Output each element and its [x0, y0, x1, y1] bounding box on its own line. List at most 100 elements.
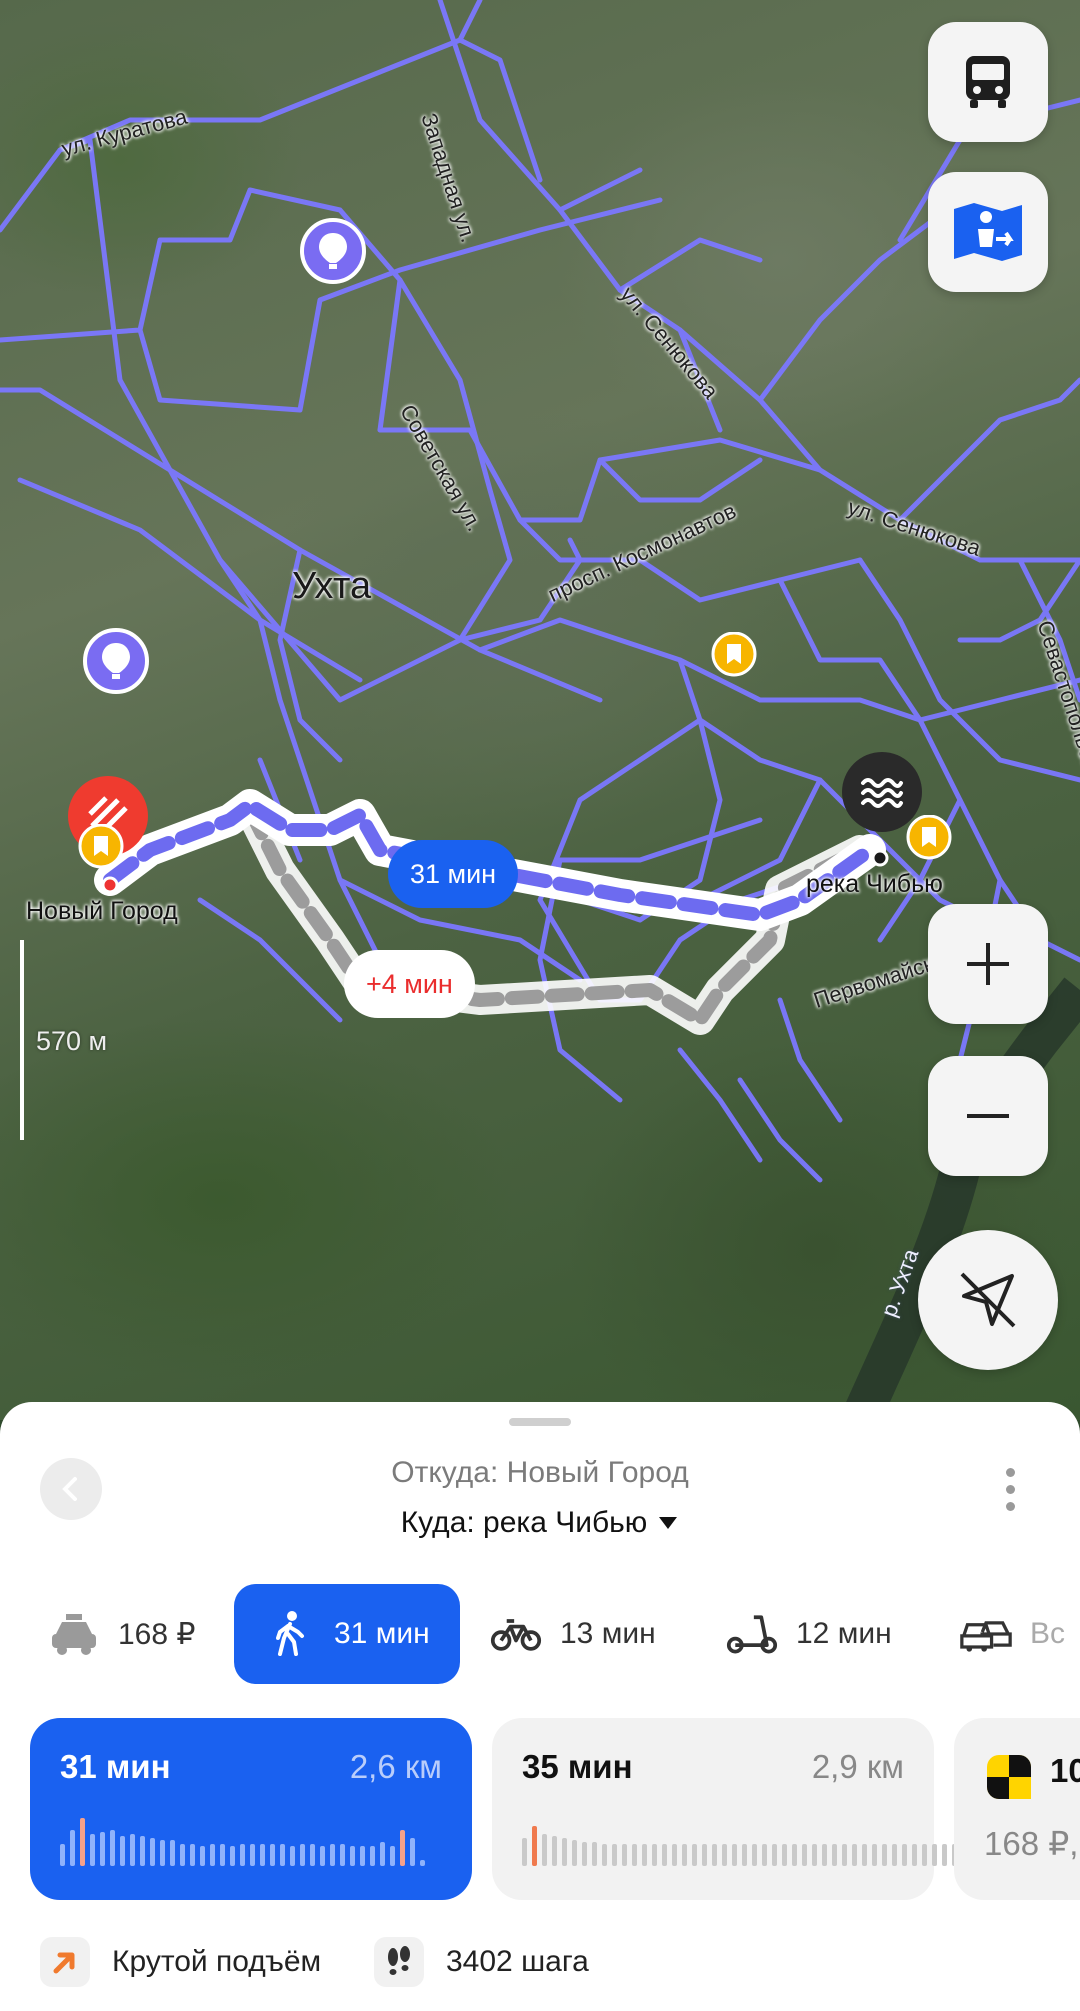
mode-bike[interactable]: 13 мин [490, 1584, 656, 1684]
elevation-bar [320, 1846, 325, 1866]
elevation-bar [200, 1846, 205, 1866]
elevation-bar [160, 1840, 165, 1866]
bike-icon [490, 1608, 542, 1660]
elevation-bar [90, 1834, 95, 1866]
elevation-bar [410, 1838, 415, 1866]
route-distance: 2,9 км [811, 1748, 904, 1785]
elevation-bar [400, 1830, 405, 1866]
elevation-bar [310, 1844, 315, 1866]
app-root: ул. Куратова Западная ул. ул. Сенюкова у… [0, 0, 1080, 2011]
elevation-bar [792, 1844, 797, 1866]
guide-map-icon [954, 203, 1022, 261]
alt-route-chip[interactable]: +4 мин [344, 950, 475, 1018]
mode-walk[interactable]: 31 мин [234, 1584, 460, 1684]
balloon-poi-icon[interactable] [83, 628, 149, 694]
more-options-button[interactable] [992, 1454, 1028, 1524]
elevation-bar [852, 1844, 857, 1866]
elevation-bar [752, 1844, 757, 1866]
elevation-bar [822, 1844, 827, 1866]
elevation-bar [682, 1844, 687, 1866]
guide-button[interactable] [928, 172, 1048, 292]
map-scale-label: 570 м [36, 1026, 108, 1056]
elevation-bar [210, 1844, 215, 1866]
mode-all-transport-label: Вс [1030, 1617, 1066, 1650]
taxi-route-card[interactable]: 10 168 ₽, [954, 1718, 1080, 1900]
elevation-bar [280, 1844, 285, 1866]
mode-walk-label: 31 мин [334, 1617, 430, 1650]
route-option-card[interactable]: 31 мин 2,6 км [30, 1718, 472, 1900]
elevation-bar [942, 1844, 947, 1866]
route-features: Крутой подъём 3402 шага [0, 1932, 1080, 1992]
route-distance: 2,6 км [349, 1748, 442, 1785]
elevation-bar [892, 1844, 897, 1866]
elevation-bar [542, 1834, 547, 1866]
bookmark-pin-icon[interactable] [78, 824, 124, 880]
elevation-bar [802, 1844, 807, 1866]
my-location-button[interactable] [918, 1230, 1058, 1370]
sheet-handle[interactable] [509, 1418, 571, 1426]
balloon-poi-icon[interactable] [300, 218, 366, 284]
route-option-card[interactable]: 35 мин 2,9 км [492, 1718, 967, 1900]
water-destination-icon[interactable] [842, 752, 922, 832]
mode-scooter[interactable]: 12 мин [726, 1584, 892, 1684]
elevation-bar [130, 1834, 135, 1866]
elevation-profile [60, 1812, 425, 1866]
elevation-bar [642, 1844, 647, 1866]
elevation-bar [110, 1830, 115, 1866]
elevation-bar [190, 1844, 195, 1866]
route-to-label: Куда: река Чибью [400, 1506, 648, 1539]
mode-bike-label: 13 мин [560, 1617, 656, 1650]
elevation-bar [612, 1844, 617, 1866]
transport-mode-tabs: 168 ₽ 31 мин 13 мин 12 мин Вс [0, 1584, 1080, 1684]
elevation-bar [330, 1844, 335, 1866]
elevation-bar [742, 1844, 747, 1866]
bookmark-pin-icon[interactable] [906, 815, 952, 871]
elevation-bar [390, 1846, 395, 1866]
elevation-bar [862, 1844, 867, 1866]
elevation-bar [872, 1844, 877, 1866]
route-time-chip[interactable]: 31 мин [388, 840, 519, 908]
yandex-taxi-icon [987, 1755, 1031, 1799]
end-point-label: река Чибью [806, 870, 943, 898]
elevation-bar [782, 1844, 787, 1866]
steep-climb-icon [40, 1937, 90, 1987]
elevation-bar [380, 1842, 385, 1866]
elevation-bar [220, 1844, 225, 1866]
bookmark-pin-icon[interactable] [711, 632, 757, 688]
elevation-bar [772, 1844, 777, 1866]
route-time: 35 мин [522, 1748, 633, 1785]
road-network [0, 0, 1080, 1420]
city-label: Ухта [292, 565, 372, 607]
feature-steps: 3402 шага [374, 1932, 589, 1992]
elevation-bar [842, 1844, 847, 1866]
taxi-icon [48, 1608, 100, 1660]
transit-layer-button[interactable] [928, 22, 1048, 142]
elevation-bar [360, 1846, 365, 1866]
route-from[interactable]: Откуда: Новый Город [0, 1456, 1080, 1490]
minus-icon [967, 1114, 1009, 1118]
elevation-bar [420, 1860, 425, 1866]
mode-all-transport[interactable]: Вс [960, 1584, 1065, 1684]
elevation-bar [722, 1844, 727, 1866]
zoom-in-button[interactable] [928, 904, 1048, 1024]
elevation-bar [622, 1844, 627, 1866]
elevation-bar [300, 1844, 305, 1866]
elevation-bar [602, 1844, 607, 1866]
caret-down-icon [659, 1517, 678, 1529]
route-to[interactable]: Куда: река Чибью [0, 1506, 1080, 1540]
elevation-bar [812, 1844, 817, 1866]
bus-icon [966, 56, 1010, 108]
elevation-bar [912, 1844, 917, 1866]
map-view[interactable]: ул. Куратова Западная ул. ул. Сенюкова у… [0, 0, 1080, 1420]
elevation-bar [350, 1846, 355, 1866]
elevation-bar [170, 1840, 175, 1866]
elevation-bar [240, 1844, 245, 1866]
elevation-bar [932, 1844, 937, 1866]
zoom-out-button[interactable] [928, 1056, 1048, 1176]
elevation-bar [662, 1844, 667, 1866]
mode-taxi[interactable]: 168 ₽ [48, 1584, 195, 1684]
elevation-bar [652, 1844, 657, 1866]
elevation-bar [882, 1844, 887, 1866]
elevation-bar [522, 1838, 527, 1866]
elevation-bar [762, 1844, 767, 1866]
